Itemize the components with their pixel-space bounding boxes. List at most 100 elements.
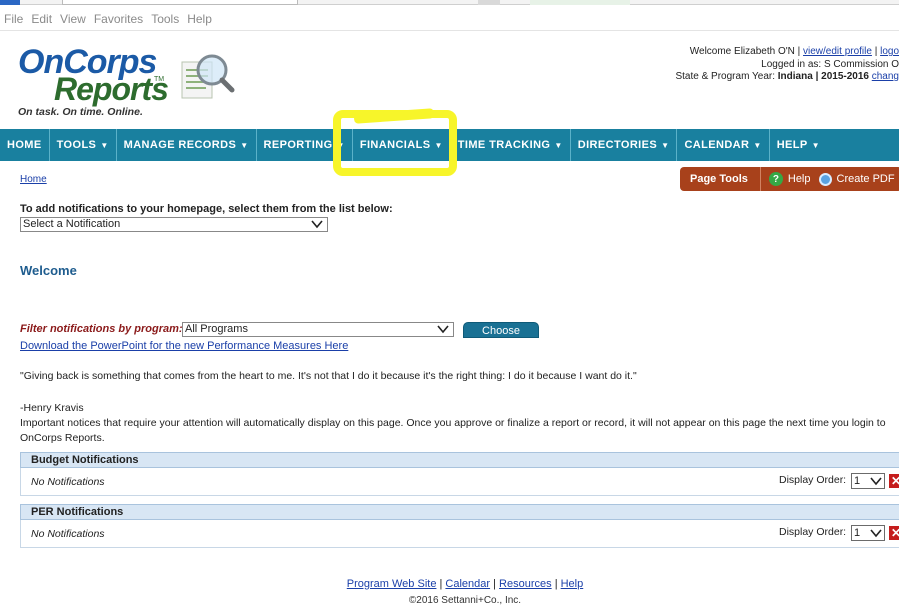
- footer-help-link[interactable]: Help: [561, 578, 584, 590]
- powerpoint-download-link[interactable]: Download the PowerPoint for the new Perf…: [20, 340, 348, 352]
- menu-tools[interactable]: Tools: [151, 12, 179, 30]
- logo-tagline: On task. On time. Online.: [18, 106, 143, 118]
- state-program-line: State & Program Year: Indiana | 2015-201…: [639, 71, 899, 84]
- welcome-line: Welcome Elizabeth O'N | view/edit profil…: [689, 46, 899, 57]
- nav-manage-records[interactable]: MANAGE RECORDS ▼: [117, 129, 257, 161]
- display-order-label: Display Order:: [779, 526, 847, 538]
- browser-address-bar[interactable]: [62, 0, 298, 5]
- remove-panel-icon[interactable]: ✕: [889, 474, 899, 488]
- footer-resources-link[interactable]: Resources: [499, 578, 552, 590]
- nav-directories[interactable]: DIRECTORIES ▼: [571, 129, 678, 161]
- quote-author: -Henry Kravis: [20, 402, 84, 414]
- browser-back-button[interactable]: [0, 0, 20, 5]
- panel-body: No Notifications Display Order: 1 ✕: [20, 520, 899, 548]
- notification-select[interactable]: Select a Notification: [20, 217, 328, 232]
- empty-notifications-text: No Notifications: [31, 476, 105, 488]
- quote-text: "Giving back is something that comes fro…: [20, 370, 637, 382]
- chevron-down-icon: [437, 325, 449, 334]
- footer-calendar-link[interactable]: Calendar: [445, 578, 490, 590]
- footer-separator: |: [554, 578, 558, 590]
- page-tools-label[interactable]: Page Tools: [680, 167, 761, 191]
- state-value: Indiana | 2015-2016: [777, 71, 869, 82]
- footer-program-website-link[interactable]: Program Web Site: [347, 578, 437, 590]
- program-filter-value: All Programs: [185, 323, 248, 335]
- highlight-annotation-stroke: [353, 108, 435, 124]
- nav-financials[interactable]: FINANCIALS ▼: [353, 129, 451, 161]
- state-label: State & Program Year:: [675, 71, 775, 82]
- add-notification-instruction: To add notifications to your homepage, s…: [20, 203, 393, 215]
- welcome-username: Elizabeth O'N: [734, 46, 795, 57]
- logged-in-label: Logged in as:: [761, 58, 822, 70]
- nav-tools[interactable]: TOOLS ▼: [50, 129, 117, 161]
- nav-calendar[interactable]: CALENDAR ▼: [677, 129, 770, 161]
- browser-tab-active[interactable]: [530, 0, 630, 5]
- nav-calendar-label: CALENDAR: [684, 139, 750, 151]
- nav-reporting[interactable]: REPORTING ▼: [257, 129, 353, 161]
- panel-title: PER Notifications: [20, 504, 899, 520]
- filter-program-label: Filter notifications by program:: [20, 323, 183, 335]
- footer-links: Program Web Site | Calendar | Resources …: [0, 578, 899, 590]
- main-nav: HOME TOOLS ▼ MANAGE RECORDS ▼ REPORTING ▼ F…: [0, 129, 899, 161]
- nav-financials-label: FINANCIALS: [359, 139, 431, 151]
- nav-reporting-label: REPORTING: [263, 139, 333, 151]
- caret-down-icon: ▼: [753, 140, 762, 150]
- caret-down-icon: ▼: [434, 140, 443, 150]
- oncorps-logo[interactable]: OnCorps Reports TM On task. On time. Onl…: [18, 44, 258, 124]
- menu-help[interactable]: Help: [187, 12, 212, 30]
- logged-in-line: Logged in as: S Commission O: [639, 59, 899, 72]
- important-notice: Important notices that require your atte…: [20, 417, 886, 444]
- menu-favorites[interactable]: Favorites: [94, 12, 143, 30]
- breadcrumb-home[interactable]: Home: [20, 174, 47, 185]
- create-pdf-label: Create PDF: [836, 173, 895, 185]
- caret-down-icon: ▼: [811, 140, 820, 150]
- chevron-down-icon: [311, 220, 323, 229]
- help-icon: ?: [768, 172, 783, 186]
- panel-body: No Notifications Display Order: 1 ✕: [20, 468, 899, 496]
- page-tools-bar: Page Tools ? Help Create PDF: [680, 167, 899, 191]
- notification-select-value: Select a Notification: [23, 218, 121, 230]
- logout-link[interactable]: logo: [880, 46, 899, 57]
- remove-panel-icon[interactable]: ✕: [889, 526, 899, 540]
- nav-help-label: HELP: [776, 139, 808, 151]
- display-order-value: 1: [854, 527, 861, 539]
- nav-home-label: HOME: [7, 139, 42, 151]
- panel-title: Budget Notifications: [20, 452, 899, 468]
- caret-down-icon: ▼: [336, 140, 345, 150]
- empty-notifications-text: No Notifications: [31, 528, 105, 540]
- magnifier-report-icon: [181, 54, 235, 99]
- menu-file[interactable]: File: [4, 12, 23, 30]
- footer-separator: |: [439, 578, 443, 590]
- welcome-prefix: Welcome: [689, 46, 732, 57]
- browser-menubar: File Edit View Favorites Tools Help: [0, 12, 212, 30]
- user-welcome-box: Welcome Elizabeth O'N | view/edit profil…: [639, 46, 899, 84]
- footer-separator: |: [493, 578, 496, 590]
- copyright-text: ©2016 Settanni+Co., Inc.: [408, 595, 522, 606]
- nav-home[interactable]: HOME: [0, 129, 50, 161]
- choose-button[interactable]: Choose: [463, 322, 539, 338]
- per-notifications-panel: PER Notifications No Notifications Displ…: [20, 504, 899, 548]
- logo-trademark: TM: [154, 76, 165, 83]
- nav-tools-label: TOOLS: [56, 139, 97, 151]
- display-order-select[interactable]: 1: [851, 473, 885, 489]
- menu-edit[interactable]: Edit: [31, 12, 52, 30]
- caret-down-icon: ▼: [661, 140, 670, 150]
- pdf-icon: [818, 172, 832, 186]
- view-profile-link[interactable]: view/edit profile: [803, 46, 872, 57]
- menu-view[interactable]: View: [60, 12, 86, 30]
- budget-notifications-panel: Budget Notifications No Notifications Di…: [20, 452, 899, 496]
- create-pdf-button[interactable]: Create PDF: [818, 172, 895, 186]
- nav-time-tracking[interactable]: TIME TRACKING ▼: [451, 129, 571, 161]
- nav-help[interactable]: HELP ▼: [770, 129, 827, 161]
- logo-line2: Reports: [54, 71, 169, 107]
- browser-toolbar-strip: [0, 0, 899, 5]
- page-tools-help-button[interactable]: ? Help: [761, 172, 819, 186]
- welcome-heading: Welcome: [20, 263, 77, 278]
- browser-tab[interactable]: [478, 0, 500, 5]
- change-program-link[interactable]: chang: [872, 71, 899, 82]
- caret-down-icon: ▼: [554, 140, 563, 150]
- display-order-select[interactable]: 1: [851, 525, 885, 541]
- nav-directories-label: DIRECTORIES: [577, 139, 658, 151]
- menubar-divider: [0, 30, 899, 31]
- help-label: Help: [787, 173, 811, 185]
- program-filter-select[interactable]: All Programs: [182, 322, 454, 337]
